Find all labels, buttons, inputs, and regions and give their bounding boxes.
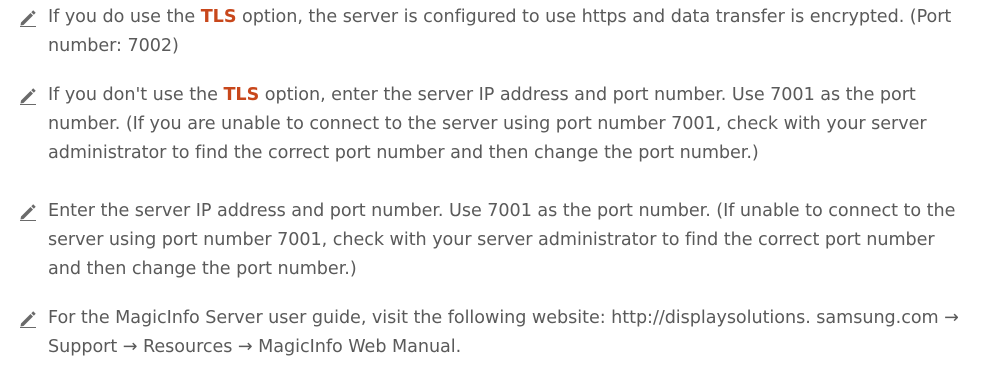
note-text-segment: For the MagicInfo Server user guide, vis… — [48, 308, 959, 357]
note-text: For the MagicInfo Server user guide, vis… — [48, 304, 964, 362]
tls-option-label: TLS — [223, 85, 260, 105]
pencil-icon — [20, 10, 36, 27]
note-text-segment: If you don't use the — [48, 85, 224, 105]
note-text: If you do use the TLS option, the server… — [48, 3, 964, 61]
note-text: If you don't use the TLS option, enter t… — [48, 81, 964, 168]
note-text: Enter the server IP address and port num… — [48, 197, 964, 284]
pencil-icon — [20, 311, 36, 328]
tls-option-label: TLS — [200, 7, 237, 27]
pencil-icon — [20, 204, 36, 221]
note-text-segment: Enter the server IP address and port num… — [48, 201, 956, 279]
note-text-segment: If you do use the — [48, 7, 201, 27]
pencil-icon — [20, 88, 36, 105]
